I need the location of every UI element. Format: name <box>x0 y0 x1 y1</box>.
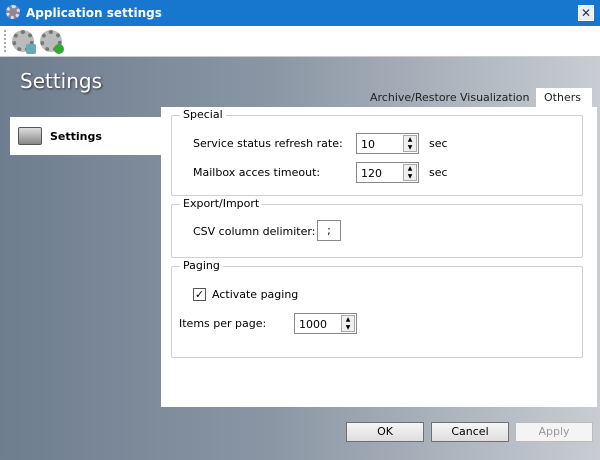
window-title: Application settings <box>26 6 162 20</box>
close-button[interactable]: ✕ <box>578 5 594 21</box>
toolbar-grip[interactable] <box>4 30 6 52</box>
settings-add-icon[interactable] <box>40 30 64 54</box>
add-badge-icon <box>54 44 64 54</box>
items-per-page-label: Items per page: <box>179 317 267 330</box>
sidebar-item-label: Settings <box>50 130 102 143</box>
settings-save-icon[interactable] <box>12 30 36 54</box>
others-panel: Special Service status refresh rate: 10 … <box>161 107 597 407</box>
ok-button[interactable]: OK <box>346 422 424 442</box>
briefcase-icon <box>18 127 42 145</box>
refresh-unit: sec <box>429 137 448 150</box>
refresh-rate-label: Service status refresh rate: <box>193 137 343 150</box>
spinner-arrows-icon[interactable]: ▲ ▼ <box>403 164 417 181</box>
spinner-arrows-icon[interactable]: ▲ ▼ <box>403 135 417 152</box>
tab-visualization[interactable]: Visualization <box>452 88 537 107</box>
special-group: Special Service status refresh rate: 10 … <box>171 108 583 196</box>
sidebar-item-settings[interactable]: Settings <box>10 117 162 155</box>
toolbar <box>0 26 600 57</box>
items-per-page-spinner[interactable]: 1000 ▲ ▼ <box>294 313 357 334</box>
cancel-button[interactable]: Cancel <box>431 422 509 442</box>
activate-paging-label[interactable]: Activate paging <box>212 288 298 301</box>
refresh-rate-value: 10 <box>361 138 375 151</box>
export-group-title: Export/Import <box>180 197 263 210</box>
csv-delimiter-input[interactable]: ; <box>317 220 341 241</box>
page-title: Settings <box>20 69 103 93</box>
save-badge-icon <box>26 44 36 54</box>
app-gear-icon <box>6 5 20 19</box>
timeout-value: 120 <box>361 167 382 180</box>
tab-others[interactable]: Others <box>536 88 592 107</box>
csv-delimiter-label: CSV column delimiter: <box>193 225 316 238</box>
activate-paging-checkbox[interactable]: ✓ <box>193 288 206 301</box>
special-group-title: Special <box>180 108 226 121</box>
spinner-arrows-icon[interactable]: ▲ ▼ <box>341 315 355 332</box>
items-per-page-value: 1000 <box>299 318 327 331</box>
paging-group: Paging ✓ Activate paging Items per page:… <box>171 259 583 358</box>
settings-body: Settings Settings Archive/Restore Visual… <box>0 57 600 460</box>
refresh-rate-spinner[interactable]: 10 ▲ ▼ <box>356 133 419 154</box>
export-import-group: Export/Import CSV column delimiter: ; <box>171 197 583 258</box>
timeout-unit: sec <box>429 166 448 179</box>
title-bar: Application settings ✕ <box>0 0 600 26</box>
apply-button[interactable]: Apply <box>515 422 593 442</box>
tab-archive-restore[interactable]: Archive/Restore <box>362 88 465 107</box>
timeout-label: Mailbox acces timeout: <box>193 166 321 179</box>
paging-group-title: Paging <box>180 259 223 272</box>
timeout-spinner[interactable]: 120 ▲ ▼ <box>356 162 419 183</box>
